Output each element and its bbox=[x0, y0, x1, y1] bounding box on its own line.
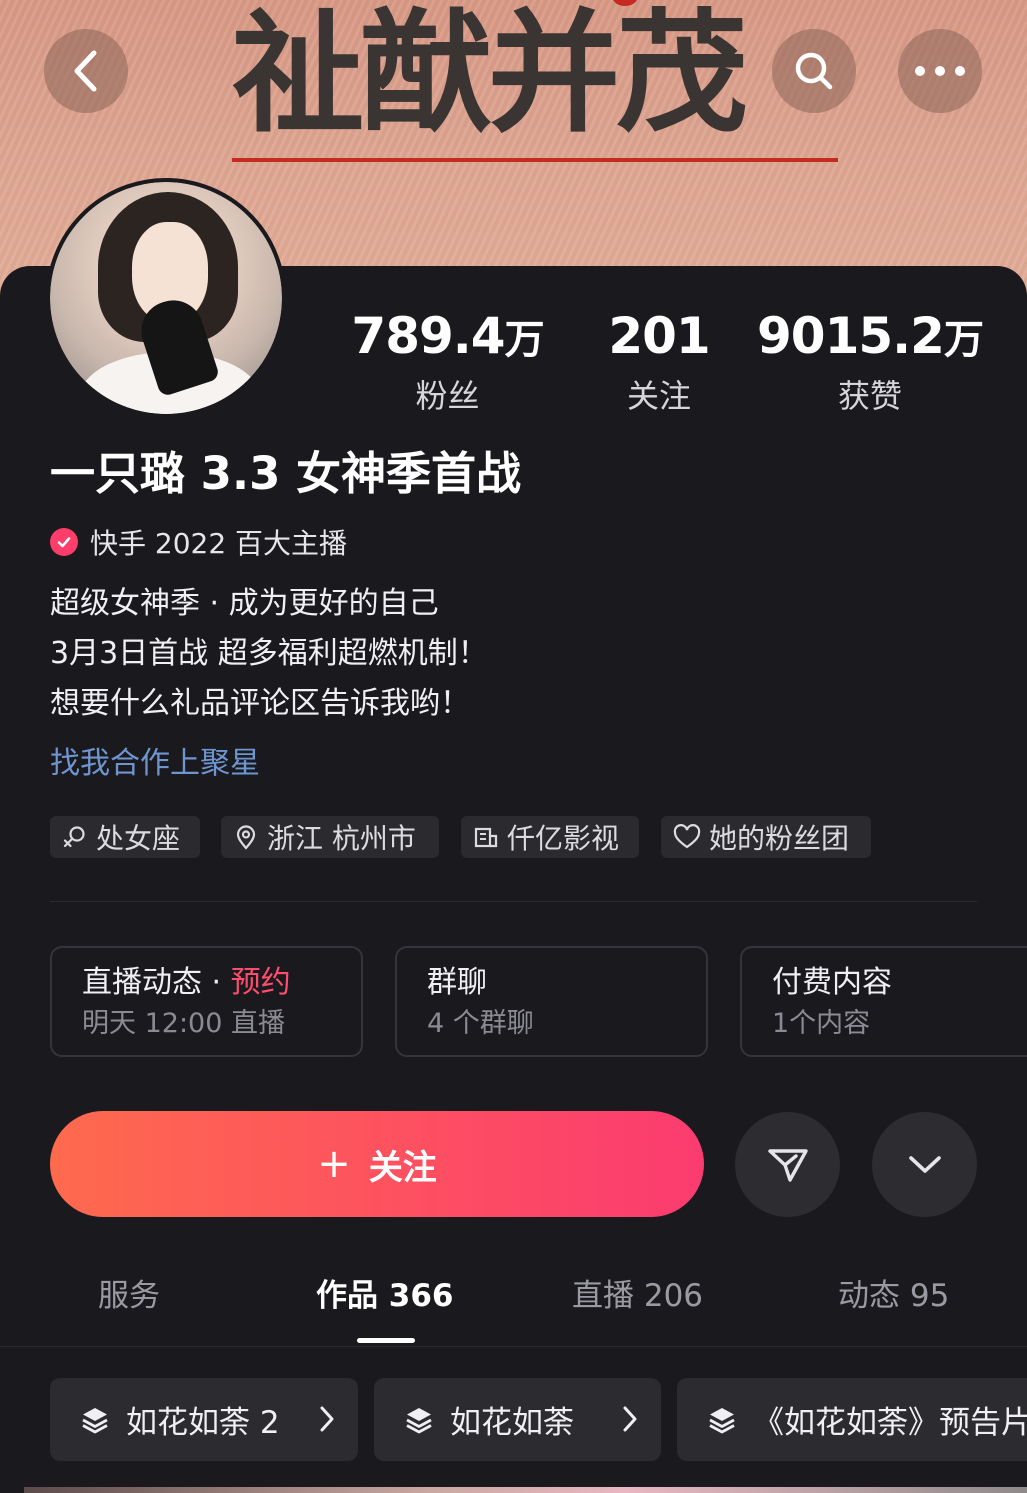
tag-fan-group[interactable]: 她的粉丝团 bbox=[661, 816, 871, 858]
avatar[interactable] bbox=[46, 178, 286, 418]
stat-likes-value: 9015.2 bbox=[757, 307, 945, 365]
live-schedule-reserve: 预约 bbox=[230, 965, 291, 1000]
collection-item[interactable]: 《如花如荼》预告片 bbox=[677, 1378, 1027, 1461]
search-icon bbox=[795, 52, 833, 90]
collection-label: 《如花如荼》预告片 bbox=[753, 1405, 1027, 1441]
group-chat-title: 群聊 bbox=[427, 965, 487, 1000]
tab-moments[interactable]: 动态 95 bbox=[838, 1274, 949, 1318]
heart-icon bbox=[673, 824, 701, 849]
search-button[interactable] bbox=[772, 29, 856, 113]
follow-button[interactable]: + 关注 bbox=[50, 1111, 704, 1217]
stat-following-value: 201 bbox=[608, 307, 710, 365]
follow-label: 关注 bbox=[368, 1147, 437, 1188]
stat-followers-label: 粉丝 bbox=[415, 377, 480, 415]
chevron-down-icon bbox=[908, 1155, 941, 1173]
group-chat-count: 4 个群聊 bbox=[427, 1008, 534, 1039]
bio-line: 想要什么礼品评论区告诉我哟！ bbox=[50, 686, 470, 721]
profile-name: 一只璐 3.3 女神季首战 bbox=[50, 447, 522, 500]
stat-likes-label: 获赞 bbox=[837, 377, 902, 415]
plus-icon: + bbox=[317, 1141, 351, 1187]
collection-item[interactable]: 如花如荼 2 bbox=[50, 1378, 358, 1461]
more-button[interactable] bbox=[898, 29, 982, 113]
tab-live[interactable]: 直播 206 bbox=[572, 1274, 703, 1318]
tag-company-label: 仟亿影视 bbox=[507, 822, 620, 855]
banner-underline bbox=[232, 158, 838, 162]
stat-likes[interactable]: 9015.2万 获赞 bbox=[755, 306, 985, 416]
tabs-divider bbox=[0, 1346, 1027, 1347]
paid-content-title: 付费内容 bbox=[772, 965, 892, 1000]
chevron-left-icon bbox=[74, 50, 97, 92]
layers-icon bbox=[707, 1405, 737, 1435]
stat-likes-unit: 万 bbox=[943, 317, 984, 363]
layers-icon bbox=[80, 1405, 110, 1435]
tag-company[interactable]: 仟亿影视 bbox=[461, 816, 639, 858]
tab-indicator bbox=[357, 1338, 415, 1343]
verification-text: 快手 2022 百大主播 bbox=[90, 527, 348, 560]
paid-content-card[interactable]: 付费内容 1个内容 bbox=[740, 946, 1027, 1057]
stat-followers-value: 789.4 bbox=[351, 307, 505, 365]
paid-content-count: 1个内容 bbox=[772, 1008, 871, 1039]
bio-line: 超级女神季 · 成为更好的自己 bbox=[50, 586, 439, 621]
tag-location[interactable]: 浙江 杭州市 bbox=[221, 816, 439, 858]
banner-title: 祉猷并茂 bbox=[232, 0, 748, 151]
tag-fan-group-label: 她的粉丝团 bbox=[709, 822, 850, 855]
zodiac-icon bbox=[63, 826, 85, 848]
collection-label: 如花如荼 2 bbox=[126, 1405, 280, 1441]
bio-line: 3月3日首战 超多福利超燃机制！ bbox=[50, 636, 488, 671]
back-button[interactable] bbox=[44, 29, 128, 113]
avatar-image bbox=[50, 182, 282, 414]
tag-location-label: 浙江 杭州市 bbox=[267, 822, 416, 855]
stat-following[interactable]: 201 关注 bbox=[600, 306, 718, 416]
send-icon bbox=[767, 1148, 808, 1182]
layers-icon bbox=[404, 1405, 434, 1435]
stat-followers-unit: 万 bbox=[504, 317, 545, 363]
cooperation-link[interactable]: 找我合作上聚星 bbox=[50, 744, 260, 784]
collection-item[interactable]: 如花如荼 bbox=[374, 1378, 661, 1461]
tag-zodiac-label: 处女座 bbox=[96, 822, 181, 855]
section-divider bbox=[50, 901, 977, 902]
verification-row[interactable]: 快手 2022 百大主播 bbox=[50, 522, 347, 562]
more-icon bbox=[915, 66, 965, 76]
company-icon bbox=[474, 827, 498, 848]
tab-services[interactable]: 服务 bbox=[98, 1274, 160, 1318]
live-schedule-title: 直播动态 bbox=[82, 965, 202, 1000]
collection-label: 如花如荼 bbox=[450, 1405, 574, 1441]
stat-followers[interactable]: 789.4万 粉丝 bbox=[345, 306, 550, 416]
chevron-right-icon bbox=[318, 1404, 336, 1442]
tab-works[interactable]: 作品 366 bbox=[316, 1274, 454, 1318]
group-chat-card[interactable]: 群聊 4 个群聊 bbox=[395, 946, 708, 1057]
location-icon bbox=[236, 825, 256, 850]
share-button[interactable] bbox=[735, 1112, 840, 1217]
stat-following-label: 关注 bbox=[626, 377, 691, 415]
tag-zodiac[interactable]: 处女座 bbox=[50, 816, 200, 858]
live-schedule-time: 明天 12:00 直播 bbox=[82, 1008, 285, 1039]
live-schedule-separator: · bbox=[202, 965, 231, 1000]
verified-check-icon bbox=[50, 528, 78, 556]
video-thumbnails-strip bbox=[24, 1487, 1027, 1493]
chevron-right-icon bbox=[621, 1404, 639, 1442]
live-schedule-card[interactable]: 直播动态 · 预约 明天 12:00 直播 bbox=[50, 946, 363, 1057]
expand-button[interactable] bbox=[872, 1112, 977, 1217]
